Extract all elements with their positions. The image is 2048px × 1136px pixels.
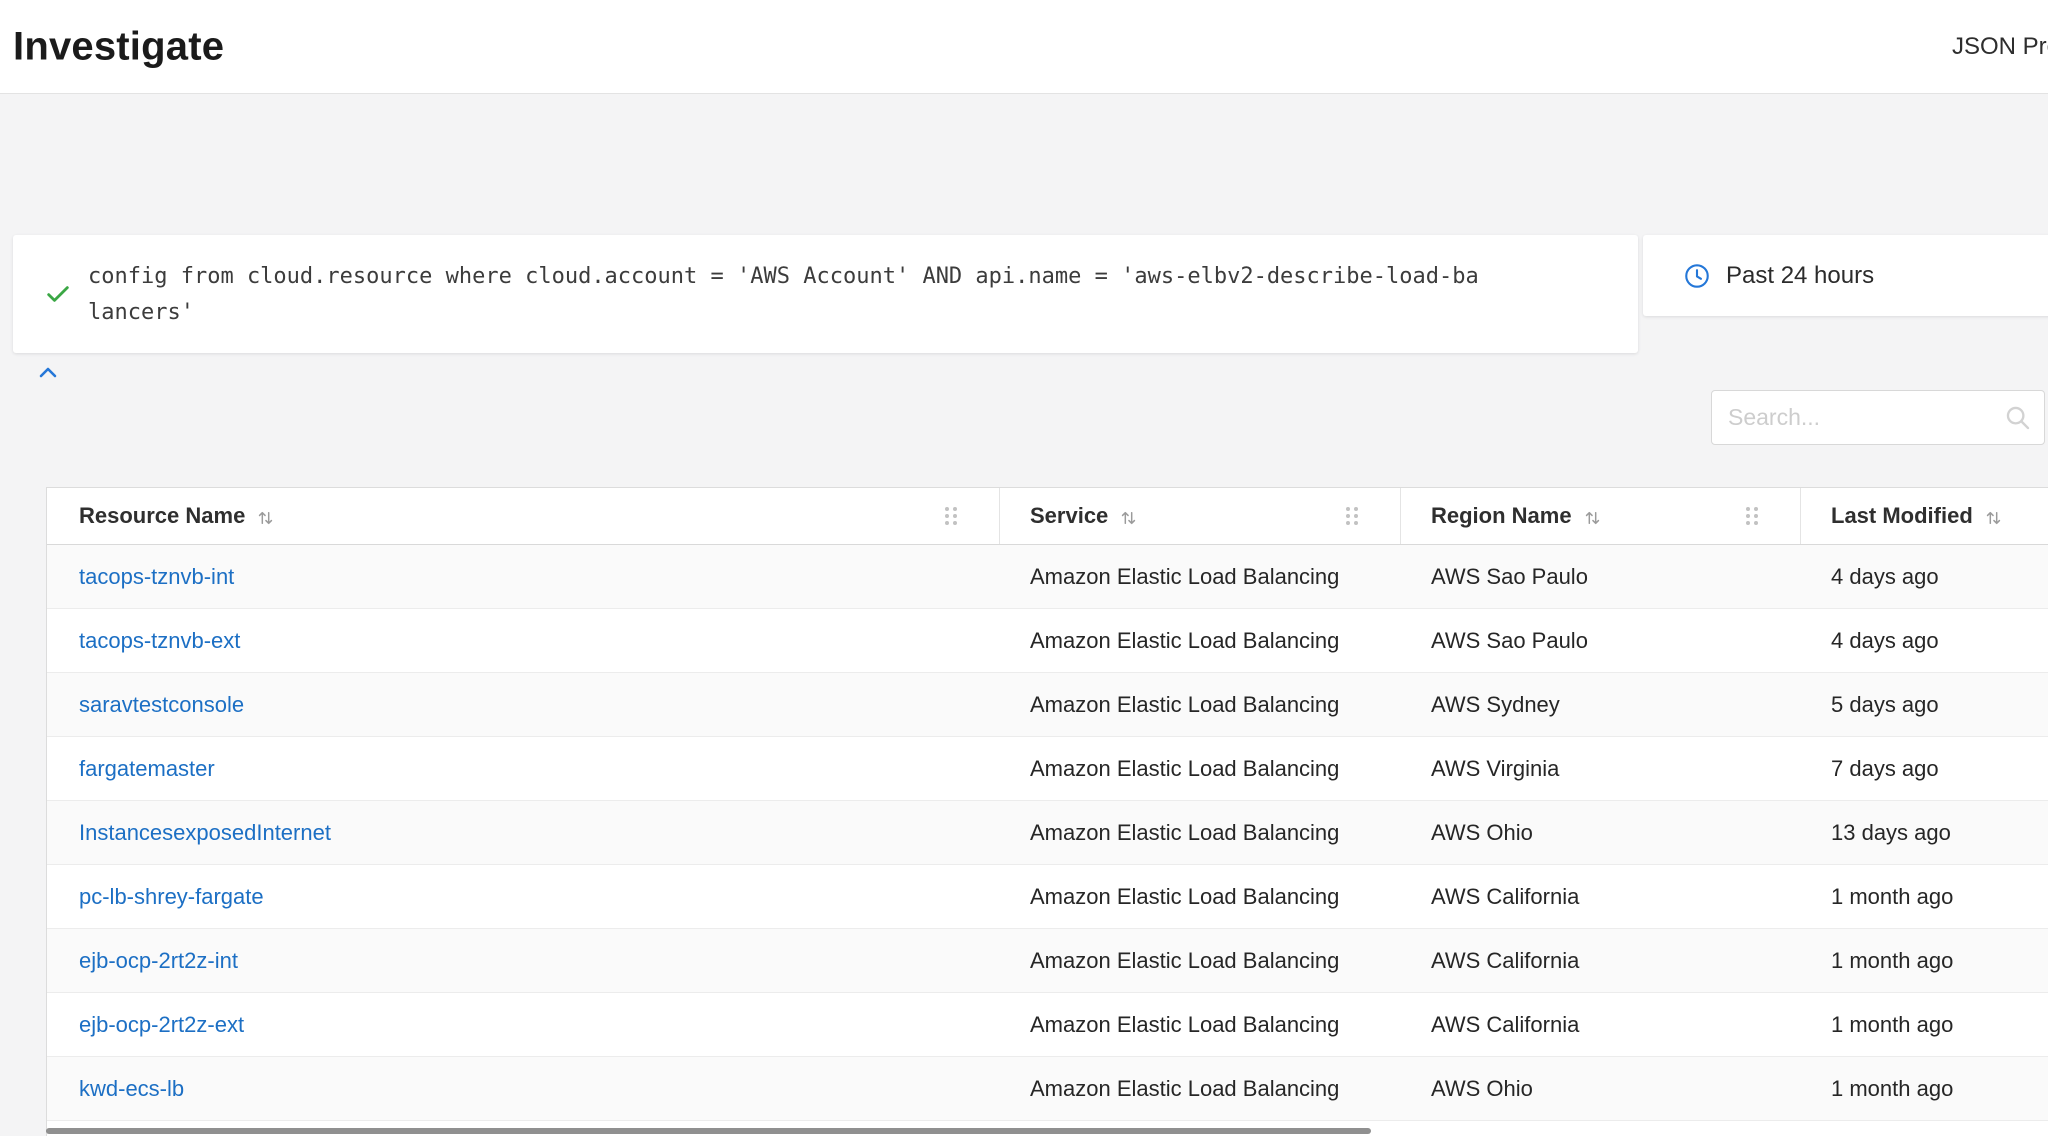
query-card: config from cloud.resource where cloud.a… <box>13 235 1638 353</box>
resource-link[interactable]: kwd-ecs-lb <box>79 1076 184 1102</box>
investigate-page: Investigate JSON Preview config from clo… <box>0 0 2048 1136</box>
last-modified-cell: 4 days ago <box>1801 609 2048 672</box>
time-range-selector[interactable]: Past 24 hours <box>1643 235 2048 316</box>
resource-name-cell: saravtestconsole <box>47 673 1000 736</box>
table-row: saravtestconsole Amazon Elastic Load Bal… <box>47 673 2048 737</box>
column-label: Last Modified <box>1831 503 1973 529</box>
time-range-label: Past 24 hours <box>1726 262 1874 290</box>
column-label: Region Name <box>1431 503 1572 529</box>
last-modified-cell: 1 month ago <box>1801 929 2048 992</box>
resource-link[interactable]: tacops-tznvb-int <box>79 564 234 590</box>
column-header-service[interactable]: Service <box>1000 488 1401 544</box>
table-body: tacops-tznvb-int Amazon Elastic Load Bal… <box>47 545 2048 1121</box>
resource-name-cell: tacops-tznvb-int <box>47 545 1000 608</box>
drag-handle-icon[interactable] <box>945 507 957 525</box>
horizontal-scrollbar-thumb[interactable] <box>46 1128 1371 1134</box>
resource-link[interactable]: InstancesexposedInternet <box>79 820 331 846</box>
last-modified-cell: 5 days ago <box>1801 673 2048 736</box>
resource-link[interactable]: saravtestconsole <box>79 692 244 718</box>
service-cell: Amazon Elastic Load Balancing <box>1000 609 1401 672</box>
last-modified-cell: 13 days ago <box>1801 801 2048 864</box>
last-modified-cell: 1 month ago <box>1801 993 2048 1056</box>
search-input[interactable] <box>1712 391 2044 444</box>
table-row: fargatemaster Amazon Elastic Load Balanc… <box>47 737 2048 801</box>
sort-icon[interactable] <box>1120 507 1137 525</box>
column-label: Service <box>1030 503 1108 529</box>
region-cell: AWS California <box>1401 865 1801 928</box>
last-modified-cell: 4 days ago <box>1801 545 2048 608</box>
table-row: pc-lb-shrey-fargate Amazon Elastic Load … <box>47 865 2048 929</box>
region-cell: AWS Ohio <box>1401 801 1801 864</box>
table-row: ejb-ocp-2rt2z-int Amazon Elastic Load Ba… <box>47 929 2048 993</box>
resource-name-cell: ejb-ocp-2rt2z-ext <box>47 993 1000 1056</box>
resource-link[interactable]: fargatemaster <box>79 756 215 782</box>
query-valid-check-icon <box>44 280 72 308</box>
collapse-query-chevron-up-icon[interactable] <box>36 361 60 385</box>
last-modified-cell: 7 days ago <box>1801 737 2048 800</box>
service-cell: Amazon Elastic Load Balancing <box>1000 737 1401 800</box>
region-cell: AWS California <box>1401 929 1801 992</box>
last-modified-cell: 1 month ago <box>1801 1057 2048 1120</box>
column-header-region-name[interactable]: Region Name <box>1401 488 1801 544</box>
results-table: Resource Name Service <box>46 487 2048 1136</box>
resource-name-cell: kwd-ecs-lb <box>47 1057 1000 1120</box>
sort-icon[interactable] <box>1584 507 1601 525</box>
table-row: tacops-tznvb-int Amazon Elastic Load Bal… <box>47 545 2048 609</box>
drag-handle-icon[interactable] <box>1746 507 1758 525</box>
service-cell: Amazon Elastic Load Balancing <box>1000 545 1401 608</box>
resource-name-cell: ejb-ocp-2rt2z-int <box>47 929 1000 992</box>
region-cell: AWS Sydney <box>1401 673 1801 736</box>
resource-name-cell: tacops-tznvb-ext <box>47 609 1000 672</box>
resource-name-cell: pc-lb-shrey-fargate <box>47 865 1000 928</box>
sort-icon[interactable] <box>257 507 274 525</box>
service-cell: Amazon Elastic Load Balancing <box>1000 801 1401 864</box>
query-input[interactable]: config from cloud.resource where cloud.a… <box>88 259 1488 331</box>
table-row: ejb-ocp-2rt2z-ext Amazon Elastic Load Ba… <box>47 993 2048 1057</box>
page-header: Investigate JSON Preview <box>0 0 2048 94</box>
column-header-resource-name[interactable]: Resource Name <box>47 488 1000 544</box>
region-cell: AWS California <box>1401 993 1801 1056</box>
region-cell: AWS Virginia <box>1401 737 1801 800</box>
service-cell: Amazon Elastic Load Balancing <box>1000 993 1401 1056</box>
search-box <box>1711 390 2045 445</box>
last-modified-cell: 1 month ago <box>1801 865 2048 928</box>
table-row: InstancesexposedInternet Amazon Elastic … <box>47 801 2048 865</box>
page-title: Investigate <box>13 24 224 69</box>
clock-icon <box>1683 262 1711 290</box>
resource-link[interactable]: ejb-ocp-2rt2z-ext <box>79 1012 244 1038</box>
service-cell: Amazon Elastic Load Balancing <box>1000 865 1401 928</box>
resource-link[interactable]: pc-lb-shrey-fargate <box>79 884 264 910</box>
resource-link[interactable]: tacops-tznvb-ext <box>79 628 240 654</box>
region-cell: AWS Sao Paulo <box>1401 609 1801 672</box>
resource-link[interactable]: ejb-ocp-2rt2z-int <box>79 948 238 974</box>
drag-handle-icon[interactable] <box>1346 507 1358 525</box>
table-header-row: Resource Name Service <box>47 488 2048 545</box>
service-cell: Amazon Elastic Load Balancing <box>1000 1057 1401 1120</box>
json-preview-link[interactable]: JSON Preview <box>1952 33 2048 61</box>
column-header-last-modified[interactable]: Last Modified <box>1801 488 2048 544</box>
region-cell: AWS Sao Paulo <box>1401 545 1801 608</box>
resource-name-cell: InstancesexposedInternet <box>47 801 1000 864</box>
resource-name-cell: fargatemaster <box>47 737 1000 800</box>
column-label: Resource Name <box>79 503 245 529</box>
service-cell: Amazon Elastic Load Balancing <box>1000 929 1401 992</box>
table-row: kwd-ecs-lb Amazon Elastic Load Balancing… <box>47 1057 2048 1121</box>
sort-icon[interactable] <box>1985 507 2002 525</box>
region-cell: AWS Ohio <box>1401 1057 1801 1120</box>
table-row: tacops-tznvb-ext Amazon Elastic Load Bal… <box>47 609 2048 673</box>
service-cell: Amazon Elastic Load Balancing <box>1000 673 1401 736</box>
